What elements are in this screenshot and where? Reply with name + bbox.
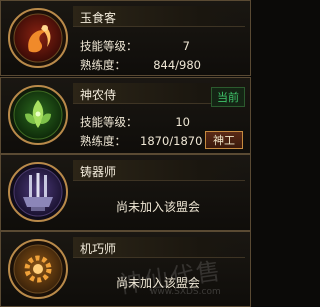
craft-button[interactable]: 神工 (205, 131, 243, 149)
not-joined-status: 尚未加入该盟会 (115, 200, 200, 214)
phoenix-emblem-icon (8, 8, 68, 68)
proficiency-label: 熟练度： (80, 134, 126, 148)
proficiency-row: 熟练度： 1870/1870 (80, 133, 203, 149)
skill-level-value: 10 (175, 115, 190, 129)
skill-level-label: 技能等级： (80, 39, 138, 53)
proficiency-label: 熟练度： (80, 58, 126, 72)
forge-tools-emblem-icon (8, 162, 68, 222)
gear-mechanism-emblem-icon (8, 239, 68, 299)
skill-level-label: 技能等级： (80, 115, 138, 129)
proficiency-value: 844/980 (153, 58, 201, 72)
proficiency-row: 熟练度： 844/980 (80, 57, 201, 73)
herb-leaf-emblem-icon (8, 85, 68, 145)
profession-name: 玉食客 (80, 11, 117, 25)
skill-level-row: 技能等级： 7 (80, 38, 190, 54)
profession-panel-zhuqishi[interactable] (0, 154, 251, 231)
skill-level-value: 7 (182, 39, 190, 53)
profession-name: 神农侍 (80, 88, 117, 102)
profession-name: 铸器师 (80, 165, 117, 179)
skill-level-row: 技能等级： 10 (80, 114, 190, 130)
profession-name: 机巧师 (80, 242, 117, 256)
watermark-url: www.SXDS.com (150, 287, 221, 297)
current-badge: 当前 (211, 87, 245, 107)
proficiency-value: 1870/1870 (140, 134, 203, 148)
